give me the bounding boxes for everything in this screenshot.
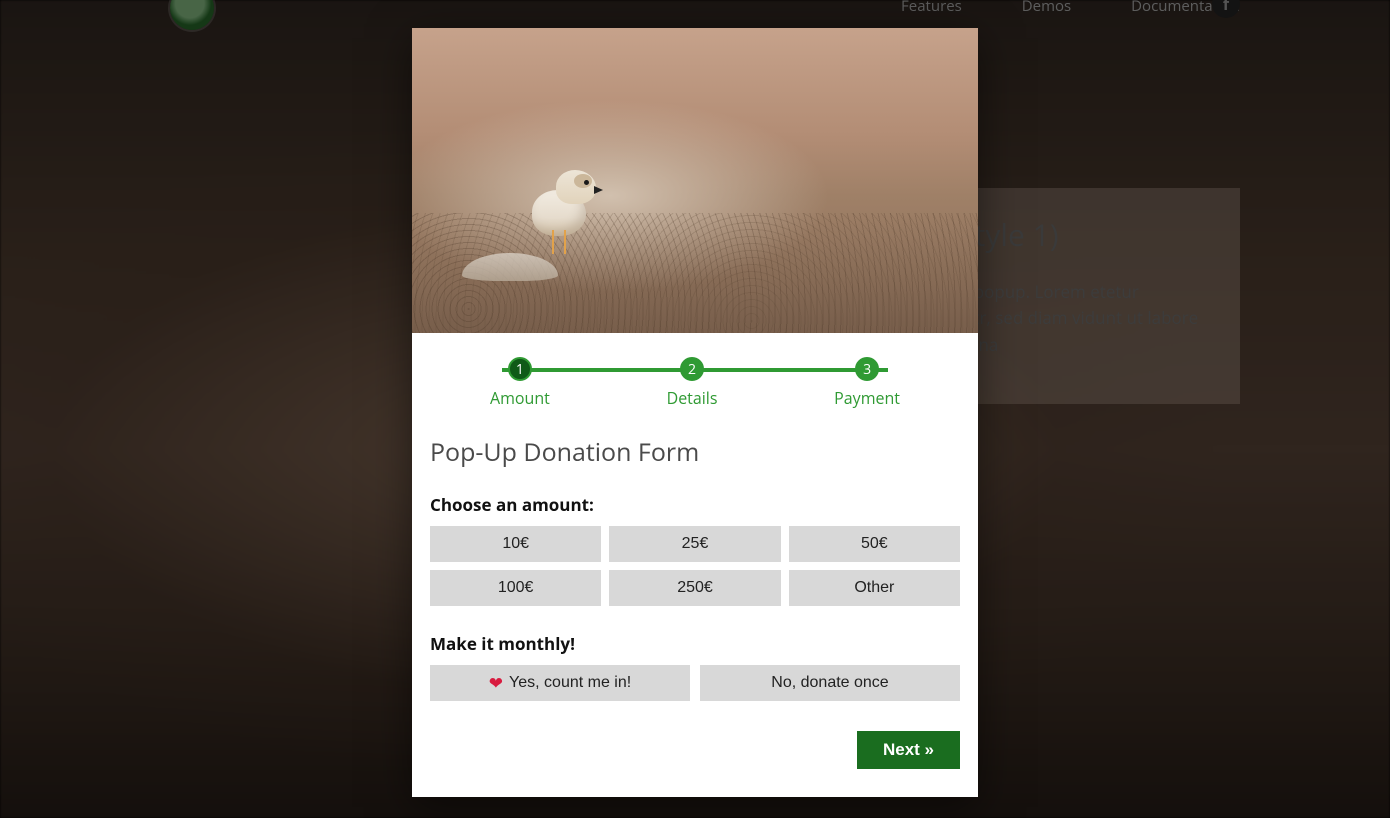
amount-10[interactable]: 10€ bbox=[430, 526, 601, 562]
step-label-details: Details bbox=[667, 387, 718, 409]
next-button[interactable]: Next » bbox=[857, 731, 960, 769]
progress-stepper: 1 Amount 2 Details 3 Payment bbox=[490, 357, 900, 409]
monthly-section-label: Make it monthly! bbox=[430, 632, 960, 655]
amount-other[interactable]: Other bbox=[789, 570, 960, 606]
amount-250[interactable]: 250€ bbox=[609, 570, 780, 606]
step-dot-1: 1 bbox=[508, 357, 532, 381]
step-payment[interactable]: 3 Payment bbox=[834, 357, 900, 409]
amount-options: 10€ 25€ 50€ 100€ 250€ Other bbox=[430, 526, 960, 606]
step-label-payment: Payment bbox=[834, 387, 900, 409]
bird-chick-illustration bbox=[522, 168, 600, 258]
amount-section-label: Choose an amount: bbox=[430, 493, 960, 516]
form-title: Pop-Up Donation Form bbox=[430, 435, 960, 469]
step-amount[interactable]: 1 Amount bbox=[490, 357, 550, 409]
donation-modal: 1 Amount 2 Details 3 Payment Pop-Up Dona… bbox=[412, 28, 978, 797]
modal-hero-image bbox=[412, 28, 978, 333]
heart-icon: ❤ bbox=[489, 675, 503, 692]
monthly-options: ❤ Yes, count me in! No, donate once bbox=[430, 665, 960, 701]
amount-100[interactable]: 100€ bbox=[430, 570, 601, 606]
amount-50[interactable]: 50€ bbox=[789, 526, 960, 562]
amount-25[interactable]: 25€ bbox=[609, 526, 780, 562]
step-details[interactable]: 2 Details bbox=[667, 357, 718, 409]
step-dot-3: 3 bbox=[855, 357, 879, 381]
monthly-yes-button[interactable]: ❤ Yes, count me in! bbox=[430, 665, 690, 701]
monthly-no-button[interactable]: No, donate once bbox=[700, 665, 960, 701]
step-label-amount: Amount bbox=[490, 387, 550, 409]
step-dot-2: 2 bbox=[680, 357, 704, 381]
monthly-yes-label: Yes, count me in! bbox=[509, 674, 631, 692]
